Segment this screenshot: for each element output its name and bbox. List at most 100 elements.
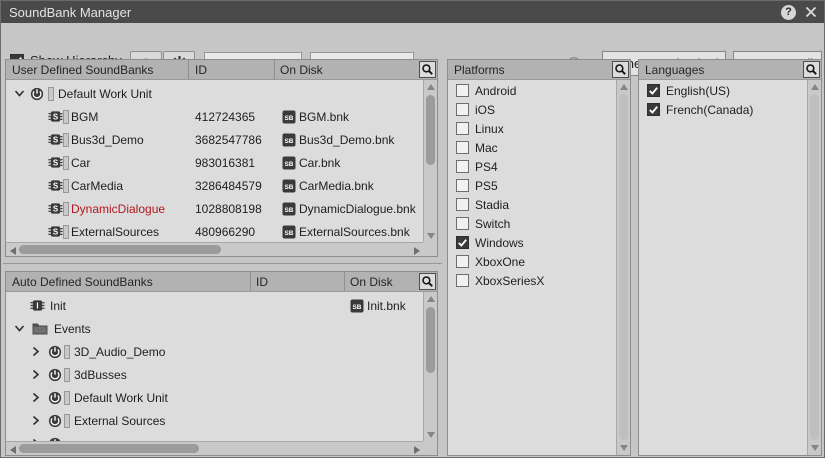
- chevron-down-icon[interactable]: [14, 317, 25, 340]
- auto-banks-vertical-scrollbar[interactable]: [423, 292, 437, 442]
- search-icon[interactable]: [612, 61, 629, 78]
- row-id-value: 3286484579: [195, 174, 262, 197]
- auto-banks-horizontal-scrollbar[interactable]: [6, 441, 424, 455]
- column-id[interactable]: ID: [256, 275, 268, 289]
- row-disk-value: DynamicDialogue.bnk: [299, 197, 416, 220]
- auto-banks-title: Auto Defined SoundBanks: [12, 275, 153, 289]
- checklist-item[interactable]: PS5: [448, 177, 617, 196]
- tree-row[interactable]: IInitSBInit.bnk: [6, 294, 424, 317]
- tree-row[interactable]: SBus3d_Demo3682547786SBBus3d_Demo.bnk: [6, 128, 424, 151]
- svg-text:S: S: [53, 228, 58, 237]
- tree-row[interactable]: SExternalSources480966290SBExternalSourc…: [6, 220, 424, 243]
- soundbank-icon: S: [48, 151, 63, 174]
- checklist-item[interactable]: Switch: [448, 215, 617, 234]
- languages-list: English(US)French(Canada): [639, 80, 808, 455]
- chevron-right-icon[interactable]: [30, 340, 41, 363]
- soundbank-file-icon: SB: [282, 128, 296, 151]
- soundbank-icon: S: [48, 220, 63, 243]
- checklist-item[interactable]: French(Canada): [639, 101, 808, 120]
- svg-text:SB: SB: [285, 137, 294, 144]
- chevron-down-icon[interactable]: [14, 82, 25, 105]
- panel-splitter[interactable]: [3, 263, 442, 264]
- chevron-right-icon[interactable]: [30, 363, 41, 386]
- tree-row[interactable]: 3D_Audio_Demo: [6, 340, 424, 363]
- platforms-list: AndroidiOS Linux Mac PS4 PS5StadiaSwitch Wind…: [448, 80, 617, 455]
- tree-row[interactable]: External Sources: [6, 409, 424, 432]
- checklist-item[interactable]: Stadia: [448, 196, 617, 215]
- checkbox-checked-icon[interactable]: [647, 103, 660, 116]
- checklist-item[interactable]: PS4: [448, 158, 617, 177]
- help-icon[interactable]: ?: [781, 5, 796, 20]
- chevron-right-icon[interactable]: [30, 409, 41, 432]
- svg-text:SB: SB: [285, 160, 294, 167]
- search-icon[interactable]: [419, 273, 436, 290]
- checklist-item[interactable]: Windows: [448, 234, 617, 253]
- checkbox-checked-icon[interactable]: [456, 236, 469, 249]
- title-bar[interactable]: SoundBank Manager ?: [1, 1, 824, 23]
- checkbox-unchecked-icon[interactable]: [456, 274, 469, 287]
- tree-row[interactable]: 3dBusses: [6, 363, 424, 386]
- search-icon[interactable]: [803, 61, 820, 78]
- checkbox-unchecked-icon[interactable]: [456, 122, 469, 135]
- tree-row[interactable]: SBGM412724365SBBGM.bnk: [6, 105, 424, 128]
- checklist-item[interactable]: iOS: [448, 101, 617, 120]
- chevron-right-icon[interactable]: [30, 386, 41, 409]
- soundbank-manager-window: SoundBank Manager ? Show Hierarchy: [0, 0, 825, 458]
- checklist-item-label: PS4: [475, 160, 498, 174]
- notes-bar: [64, 363, 70, 386]
- tree-row[interactable]: SDynamicDialogue1028808198SBDynamicDialo…: [6, 197, 424, 220]
- checkbox-unchecked-icon[interactable]: [456, 217, 469, 230]
- close-icon[interactable]: [804, 5, 818, 19]
- checklist-item[interactable]: XboxOne: [448, 253, 617, 272]
- checkbox-unchecked-icon[interactable]: [456, 84, 469, 97]
- checkbox-unchecked-icon[interactable]: [456, 103, 469, 116]
- checkbox-unchecked-icon[interactable]: [456, 179, 469, 192]
- notes-bar: [64, 340, 70, 363]
- user-banks-title: User Defined SoundBanks: [12, 63, 153, 77]
- checklist-item-label: Linux: [475, 122, 504, 136]
- notes-bar: [63, 174, 69, 197]
- checklist-item[interactable]: Mac: [448, 139, 617, 158]
- user-banks-tree: Default Work UnitSBGM412724365SBBGM.bnk S…: [6, 80, 424, 243]
- row-label: ExternalSources: [71, 220, 159, 243]
- row-label: Car: [71, 151, 90, 174]
- work-unit-icon: [48, 386, 62, 409]
- checklist-item-label: Windows: [475, 236, 524, 250]
- row-disk-value: BGM.bnk: [299, 105, 349, 128]
- user-banks-horizontal-scrollbar[interactable]: [6, 242, 424, 256]
- platforms-vertical-scrollbar[interactable]: [616, 80, 630, 455]
- column-on-disk[interactable]: On Disk: [350, 275, 393, 289]
- notes-bar: [63, 105, 69, 128]
- row-id-value: 412724365: [195, 105, 255, 128]
- tree-row[interactable]: Default Work Unit: [6, 82, 424, 105]
- checklist-item[interactable]: XboxSeriesX: [448, 272, 617, 291]
- column-on-disk[interactable]: On Disk: [280, 63, 323, 77]
- user-banks-vertical-scrollbar[interactable]: [423, 80, 437, 243]
- row-disk-value: Bus3d_Demo.bnk: [299, 128, 394, 151]
- checklist-item[interactable]: English(US): [639, 82, 808, 101]
- languages-vertical-scrollbar[interactable]: [807, 80, 821, 455]
- row-label: CarMedia: [71, 174, 123, 197]
- work-unit-icon: [48, 363, 62, 386]
- tree-row[interactable]: SCar983016381SBCar.bnk: [6, 151, 424, 174]
- checkbox-unchecked-icon[interactable]: [456, 160, 469, 173]
- soundbank-icon: S: [48, 128, 63, 151]
- soundbank-file-icon: SB: [350, 294, 364, 317]
- checkbox-checked-icon[interactable]: [647, 84, 660, 97]
- soundbank-file-icon: SB: [282, 151, 296, 174]
- tree-row[interactable]: Default Work Unit: [6, 386, 424, 409]
- tree-row[interactable]: Events: [6, 317, 424, 340]
- checkbox-unchecked-icon[interactable]: [456, 141, 469, 154]
- svg-text:S: S: [53, 136, 58, 145]
- checkbox-unchecked-icon[interactable]: [456, 198, 469, 211]
- column-id[interactable]: ID: [195, 63, 207, 77]
- row-label: Events: [54, 317, 91, 340]
- soundbank-icon: S: [48, 197, 63, 220]
- platforms-panel: Platforms AndroidiOSLinuxMacPS4PS5Stadia…: [447, 59, 631, 456]
- checklist-item[interactable]: Linux: [448, 120, 617, 139]
- checklist-item-label: XboxOne: [475, 255, 525, 269]
- checkbox-unchecked-icon[interactable]: [456, 255, 469, 268]
- search-icon[interactable]: [419, 61, 436, 78]
- checklist-item[interactable]: Android: [448, 82, 617, 101]
- tree-row[interactable]: SCarMedia3286484579SBCarMedia.bnk: [6, 174, 424, 197]
